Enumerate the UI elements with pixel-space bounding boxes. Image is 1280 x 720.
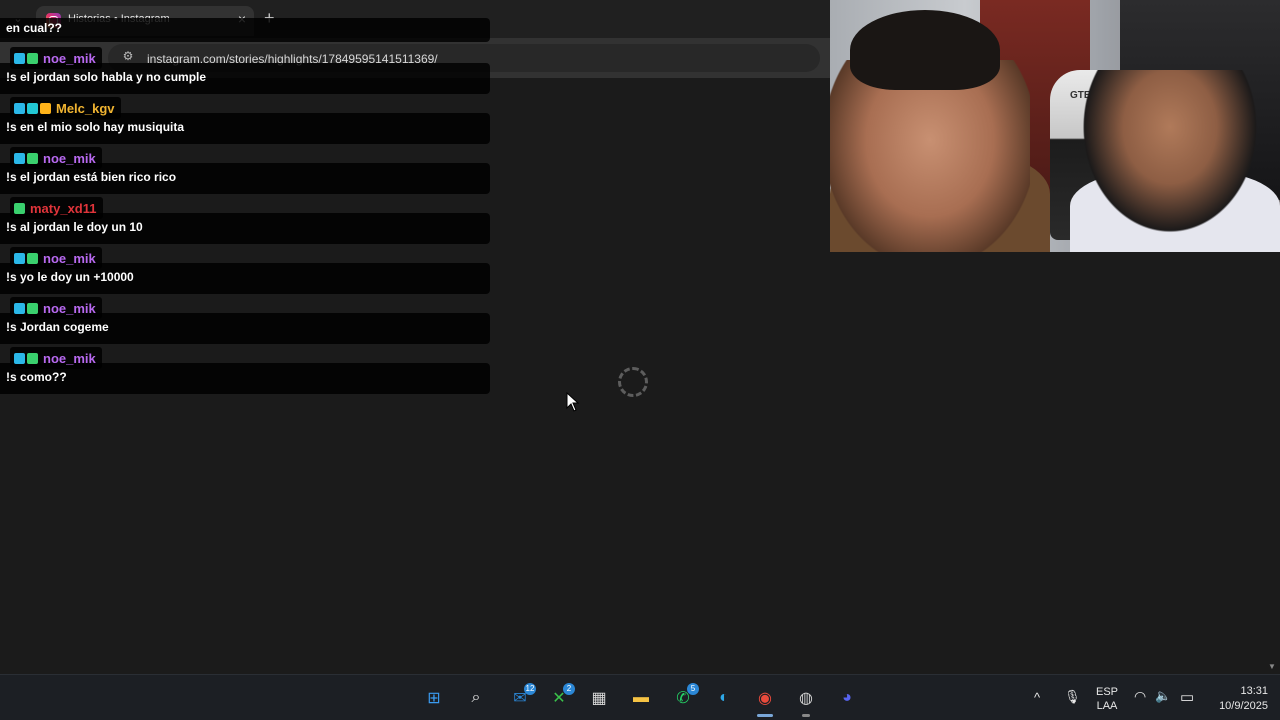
chat-badge-icon	[14, 52, 25, 64]
webcam-person-left-hair	[850, 10, 1000, 90]
webcam-feed: GTEK	[830, 0, 1280, 252]
language-code: ESP	[1095, 686, 1118, 698]
chat-message-text: !s en el mio solo hay musiquita	[6, 120, 185, 134]
chat-badge-icon	[27, 302, 38, 314]
chat-badge-icon	[14, 352, 25, 364]
chat-user-chip: noe_mik	[10, 347, 102, 369]
chat-badge-icon	[27, 52, 38, 64]
volume-icon[interactable]: 🔈	[1155, 688, 1171, 704]
notification-badge: 5	[687, 683, 699, 695]
windows-start-icon[interactable]: ⊞	[422, 686, 446, 710]
chat-username: noe_mik	[43, 150, 96, 166]
chat-message-text: !s Jordan cogeme	[6, 320, 109, 334]
clock-date: 10/9/2025	[1219, 700, 1268, 712]
keyboard-layout-code: LAA	[1096, 700, 1118, 712]
chat-message-text: !s el jordan solo habla y no cumple	[6, 70, 207, 84]
chat-user-chip: maty_xd11	[10, 197, 103, 219]
scroll-down-arrow-icon[interactable]: ▼	[1268, 662, 1276, 671]
search-icon[interactable]: ⌕	[464, 686, 488, 710]
chrome-active-indicator	[757, 714, 773, 717]
webcam-person-right	[1080, 70, 1280, 252]
battery-icon[interactable]: ▭	[1180, 688, 1194, 706]
chat-user-chip: noe_mik	[10, 297, 102, 319]
app-icon[interactable]: ▦	[587, 686, 611, 710]
chat-badge-icon	[14, 252, 25, 264]
chat-badge-icon	[40, 102, 51, 114]
obs-icon[interactable]: ◍	[794, 686, 818, 710]
chat-username: noe_mik	[43, 50, 96, 66]
show-hidden-icons-button[interactable]: ^	[1034, 690, 1040, 705]
edge-icon[interactable]: ◐	[712, 686, 736, 710]
chat-message-text: en cual??	[6, 21, 63, 35]
chat-badge-icon	[27, 152, 38, 164]
notification-badge: 2	[563, 683, 575, 695]
chat-badge-icon	[27, 252, 38, 264]
chat-badge-icon	[14, 102, 25, 114]
mouse-cursor-icon	[566, 392, 580, 412]
chat-badge-icon	[27, 352, 38, 364]
chat-message-text: !s como??	[6, 370, 67, 384]
chat-badge-icon	[14, 202, 25, 214]
chat-user-chip: noe_mik	[10, 147, 102, 169]
chat-user-chip: Melc_kgv	[10, 97, 121, 119]
loading-spinner-icon	[618, 367, 648, 397]
chat-message-partial: en cual??	[0, 18, 490, 42]
chat-username: Melc_kgv	[56, 100, 115, 116]
clock[interactable]: 13:31 10/9/2025	[1206, 684, 1268, 714]
microphone-icon[interactable]: 🎙	[1064, 689, 1081, 705]
obs-running-indicator	[802, 714, 810, 717]
wifi-icon[interactable]: ◠	[1134, 688, 1146, 705]
chat-user-chip: noe_mik	[10, 247, 102, 269]
chat-username: noe_mik	[43, 350, 96, 366]
chat-message-text: !s el jordan está bien rico rico	[6, 170, 177, 184]
chat-badge-icon	[14, 152, 25, 164]
chat-message-text: !s yo le doy un +10000	[6, 270, 134, 284]
chat-username: noe_mik	[43, 300, 96, 316]
notification-badge: 12	[524, 683, 536, 695]
chat-badge-icon	[27, 102, 38, 114]
chat-message-text: !s al jordan le doy un 10	[6, 220, 143, 234]
discord-icon[interactable]: ◕	[835, 686, 859, 710]
clock-time: 13:31	[1240, 685, 1268, 697]
chat-username: maty_xd11	[30, 200, 97, 216]
chrome-icon[interactable]: ◉	[753, 686, 777, 710]
site-info-icon[interactable]: ⚙	[120, 48, 136, 64]
chat-username: noe_mik	[43, 250, 96, 266]
language-indicator[interactable]: ESP LAA	[1094, 685, 1120, 713]
file-explorer-icon[interactable]: ▬	[629, 686, 653, 710]
chat-user-chip: noe_mik	[10, 47, 102, 69]
chat-badge-icon	[14, 302, 25, 314]
